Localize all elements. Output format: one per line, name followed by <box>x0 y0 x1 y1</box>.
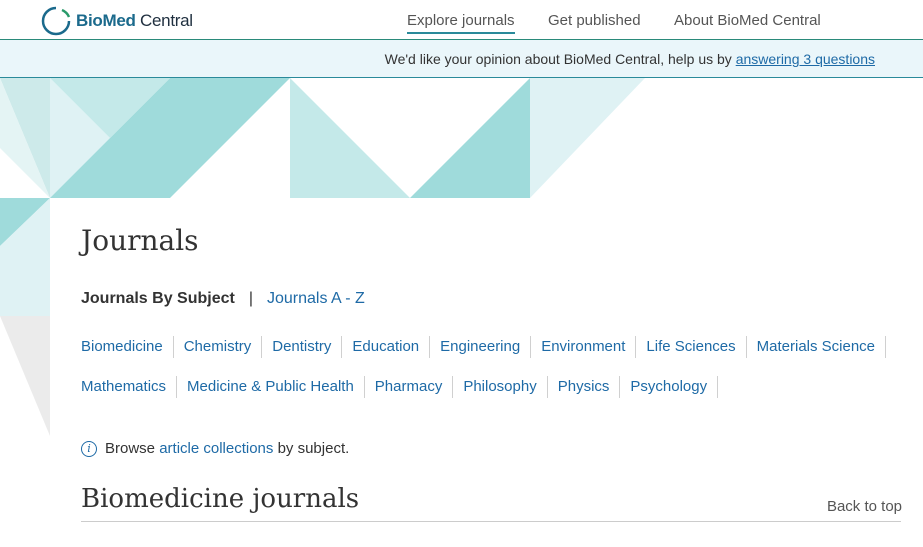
browse-collections-note: i Browse article collections by subject. <box>81 440 349 457</box>
subject-environment[interactable]: Environment <box>531 336 637 358</box>
page-title: Journals <box>81 224 199 257</box>
subject-materials-science[interactable]: Materials Science <box>747 336 887 358</box>
subject-medicine-public-health[interactable]: Medicine & Public Health <box>177 376 365 398</box>
info-icon: i <box>81 440 97 457</box>
survey-banner: We'd like your opinion about BioMed Cent… <box>0 40 923 78</box>
article-collections-link[interactable]: article collections <box>159 440 273 457</box>
subject-pharmacy[interactable]: Pharmacy <box>365 376 454 398</box>
section-title: Biomedicine journals <box>81 484 360 514</box>
site-header: BioMed Central Explore journals Get publ… <box>0 0 923 40</box>
logo-biomed: BioMed <box>76 11 136 30</box>
back-to-top-link[interactable]: Back to top <box>827 498 902 515</box>
journals-by-subject-tab: Journals By Subject <box>81 290 235 307</box>
subject-dentistry[interactable]: Dentistry <box>262 336 343 358</box>
biomed-central-logo[interactable]: BioMed Central <box>40 6 193 36</box>
subnav-separator: | <box>248 290 253 307</box>
browse-suffix: by subject. <box>273 440 350 457</box>
section-divider <box>81 521 901 522</box>
logo-wordmark: BioMed Central <box>76 11 193 31</box>
nav-explore-journals[interactable]: Explore journals <box>407 12 515 34</box>
subject-row: Biomedicine Chemistry Dentistry Educatio… <box>81 336 887 358</box>
subject-education[interactable]: Education <box>342 336 431 358</box>
subject-philosophy[interactable]: Philosophy <box>453 376 548 398</box>
browse-prefix: Browse <box>105 440 160 457</box>
nav-about-biomed-central[interactable]: About BioMed Central <box>674 12 821 29</box>
subject-mathematics[interactable]: Mathematics <box>81 376 178 398</box>
subject-row: Mathematics Medicine & Public Health Pha… <box>81 376 719 398</box>
subject-chemistry[interactable]: Chemistry <box>174 336 263 358</box>
nav-get-published[interactable]: Get published <box>548 12 641 29</box>
logo-mark-icon <box>41 6 71 36</box>
survey-banner-text: We'd like your opinion about BioMed Cent… <box>385 51 875 67</box>
subject-psychology[interactable]: Psychology <box>620 376 719 398</box>
logo-central: Central <box>140 11 193 30</box>
survey-link[interactable]: answering 3 questions <box>736 51 875 67</box>
subject-engineering[interactable]: Engineering <box>430 336 532 358</box>
subject-biomedicine[interactable]: Biomedicine <box>81 336 174 358</box>
survey-banner-message: We'd like your opinion about BioMed Cent… <box>384 51 736 67</box>
journals-subnav: Journals By Subject | Journals A - Z <box>81 290 365 308</box>
subject-physics[interactable]: Physics <box>548 376 621 398</box>
journals-a-z-link[interactable]: Journals A - Z <box>267 290 365 308</box>
subject-life-sciences[interactable]: Life Sciences <box>636 336 747 358</box>
